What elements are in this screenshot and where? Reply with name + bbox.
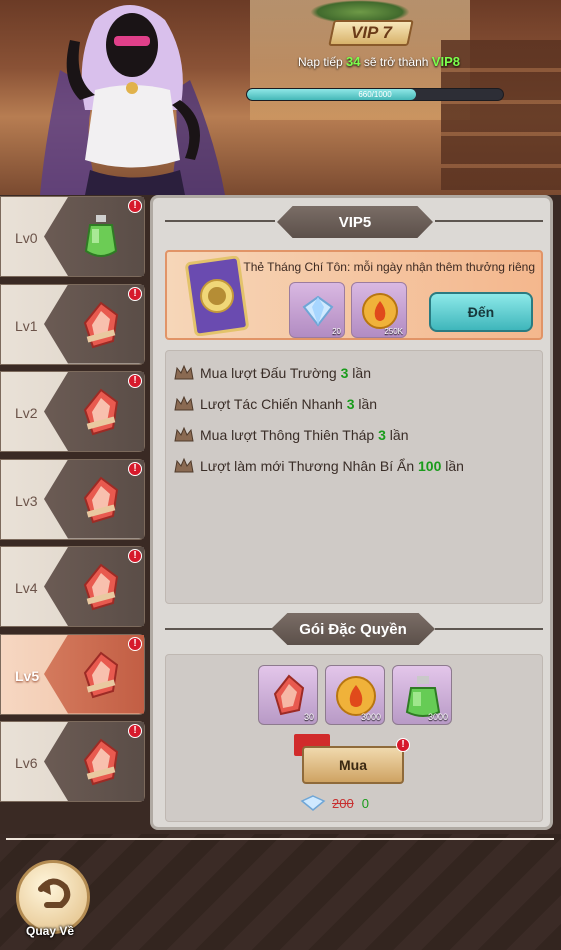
vip-level-list[interactable]: Lv0! Lv1! Lv2! Lv3! Lv4! Lv5! Lv6! [0,192,147,834]
bundle-title-plate: Gói Đặc Quyền [271,613,435,645]
red-crystal-icon [79,651,123,699]
perk-text: Lượt Tác Chiến Nhanh [200,396,343,412]
perk-row: Lượt Tác Chiến Nhanh 3 lần [174,392,377,416]
crown-icon [174,395,194,411]
vip-next-info: Nạp tiếp 34 sẽ trở thành VIP8 [298,54,478,69]
vip-next-target: VIP8 [431,54,460,69]
title-divider-left [165,220,275,222]
bundle-divider-left [165,628,275,630]
perk-unit: lần [445,458,464,474]
alert-badge: ! [128,549,142,563]
crown-icon [174,364,194,380]
bundle-item-count: 3000 [427,712,448,722]
perk-text: Mua lượt Thông Thiên Tháp [200,427,375,443]
monthly-card-description: Thẻ Tháng Chí Tôn: mỗi ngày nhận thêm th… [243,260,535,274]
vip-next-amount: 34 [346,54,361,69]
diamond-icon [300,795,326,811]
level-label: Lv0 [15,230,38,246]
privilege-bundle: 30 3000 3000 Mua ! 200 0 [165,654,543,822]
perk-value: 100 [418,458,442,474]
alert-badge: ! [128,461,142,476]
vip-progress-bar: 660/1000 [246,88,504,101]
sidebar-item-lv2[interactable]: Lv2! [0,371,145,452]
alert-badge: ! [128,286,142,301]
back-label: Quay Về [26,924,75,938]
monthly-card-icon [185,256,249,336]
perk-unit: lần [352,365,371,381]
vip-perks-list: Mua lượt Đấu Trường 3 lần Lượt Tác Chiến … [165,350,543,604]
sidebar-item-lv6[interactable]: Lv6! [0,721,145,802]
vip-level-text: VIP 7 [350,23,392,42]
perk-row: Lượt làm mới Thương Nhân Bí Ẩn 100 lần [174,454,464,478]
bottom-divider [6,838,554,840]
monthly-card-offer: Thẻ Tháng Chí Tôn: mỗi ngày nhận thêm th… [165,250,543,340]
red-crystal-icon [79,738,123,786]
vip-progress-text: 660/1000 [358,90,392,99]
perk-value: 3 [378,427,386,443]
reward-count: 250K [384,327,403,336]
crown-icon [174,457,194,473]
sidebar-item-lv5[interactable]: Lv5! [0,633,145,715]
alert-badge: ! [128,374,142,388]
perk-unit: lần [389,427,409,443]
alert-badge: ! [128,199,142,213]
bundle-item-crystal[interactable]: 30 [258,665,318,725]
sidebar-item-lv0[interactable]: Lv0! [0,196,145,277]
bundle-item-potion[interactable]: 3000 [392,665,452,725]
level-label: Lv5 [15,667,40,684]
red-crystal-icon [79,301,123,349]
level-label: Lv3 [15,492,38,509]
reward-slot-diamond[interactable]: 20 [289,282,345,338]
alert-badge: ! [128,636,142,651]
vip-next-prefix: Nạp tiếp [298,55,343,69]
bundle-item-count: 30 [303,712,314,722]
sidebar-item-lv1[interactable]: Lv1! [0,283,145,365]
title-divider-right [435,220,543,222]
sidebar-item-lv4[interactable]: Lv4! [0,546,145,627]
perk-value: 3 [346,396,355,412]
vip-next-mid: sẽ trở thành [363,55,429,69]
buy-alert-badge: ! [396,738,410,752]
go-button[interactable]: Đến [429,292,533,332]
bundle-price: 200 0 [300,795,369,811]
red-crystal-icon [79,476,123,524]
price-original: 200 [332,795,354,811]
level-label: Lv6 [15,755,38,771]
back-button[interactable] [16,860,90,934]
level-label: Lv2 [15,405,38,421]
reward-slot-gold[interactable]: 250K [351,282,407,338]
vip-detail-panel: VIP5 Thẻ Tháng Chí Tôn: mỗi ngày nhận th… [150,195,553,830]
vip-title-plate: VIP5 [277,206,433,238]
red-crystal-icon [79,388,123,436]
perk-text: Mua lượt Đấu Trường [200,365,337,381]
level-label: Lv1 [15,317,38,334]
bottom-bar: Quay Về [0,834,561,950]
price-discounted: 0 [361,795,369,811]
perk-value: 3 [340,365,349,381]
red-crystal-icon [79,563,123,611]
vip-title: VIP5 [338,213,372,231]
perk-text: Lượt làm mới Thương Nhân Bí Ẩn [200,458,415,474]
perk-row: Mua lượt Thông Thiên Tháp 3 lần [174,423,408,447]
bundle-divider-right [435,628,543,630]
vip-level-badge: VIP 7 [328,20,414,46]
perk-unit: lần [358,396,378,412]
bundle-item-count: 3000 [360,712,381,722]
bundle-item-gold[interactable]: 3000 [325,665,385,725]
buy-button[interactable]: Mua [302,746,404,784]
perk-row: Mua lượt Đấu Trường 3 lần [174,361,371,385]
green-potion-icon [79,213,123,261]
level-label: Lv4 [15,580,38,596]
sidebar-item-lv3[interactable]: Lv3! [0,458,145,540]
alert-badge: ! [128,724,142,738]
character-portrait [40,5,225,195]
crown-icon [174,426,194,442]
vip-banner: VIP 7 Nạp tiếp 34 sẽ trở thành VIP8 660/… [0,0,561,195]
reward-count: 20 [332,327,341,336]
bundle-title: Gói Đặc Quyền [299,620,407,638]
back-arrow-icon [38,878,71,908]
